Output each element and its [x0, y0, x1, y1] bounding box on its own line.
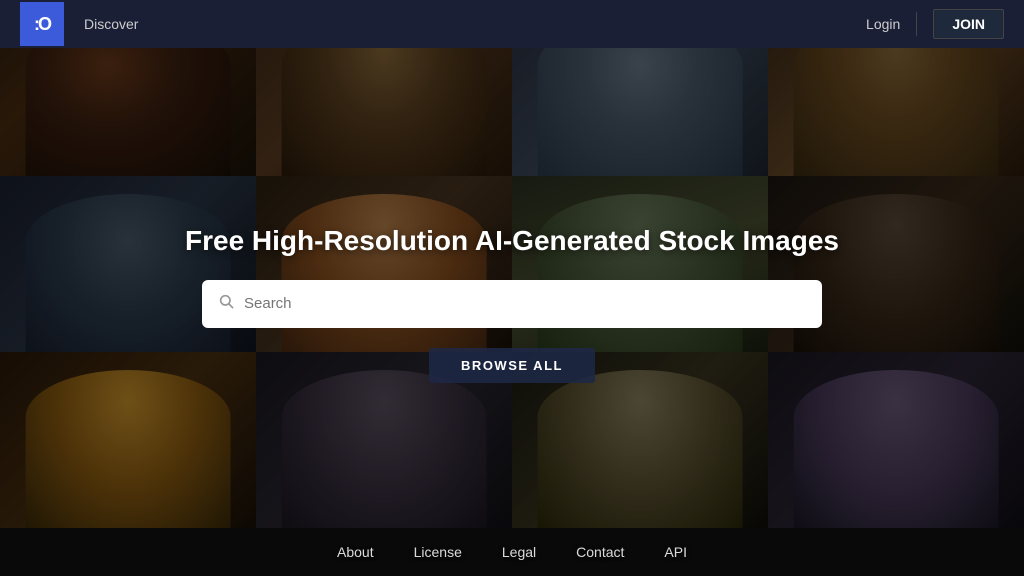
hero-title: Free High-Resolution AI-Generated Stock … [185, 223, 839, 259]
navbar: :O Discover Login JOIN [0, 0, 1024, 48]
footer-license-link[interactable]: License [414, 544, 462, 560]
browse-all-button[interactable]: BROWSE ALL [429, 348, 595, 383]
logo-icon: :O [34, 14, 50, 35]
search-icon [218, 293, 234, 314]
footer-api-link[interactable]: API [664, 544, 687, 560]
search-input[interactable] [244, 295, 806, 312]
join-button[interactable]: JOIN [933, 9, 1004, 39]
footer: About License Legal Contact API [0, 528, 1024, 576]
search-bar [202, 280, 822, 328]
footer-contact-link[interactable]: Contact [576, 544, 624, 560]
nav-divider [916, 12, 917, 36]
logo[interactable]: :O [20, 2, 64, 46]
discover-link[interactable]: Discover [84, 16, 138, 32]
login-button[interactable]: Login [866, 16, 900, 32]
footer-legal-link[interactable]: Legal [502, 544, 536, 560]
hero-content: Free High-Resolution AI-Generated Stock … [0, 0, 1024, 576]
nav-right: Login JOIN [866, 9, 1004, 39]
footer-about-link[interactable]: About [337, 544, 374, 560]
